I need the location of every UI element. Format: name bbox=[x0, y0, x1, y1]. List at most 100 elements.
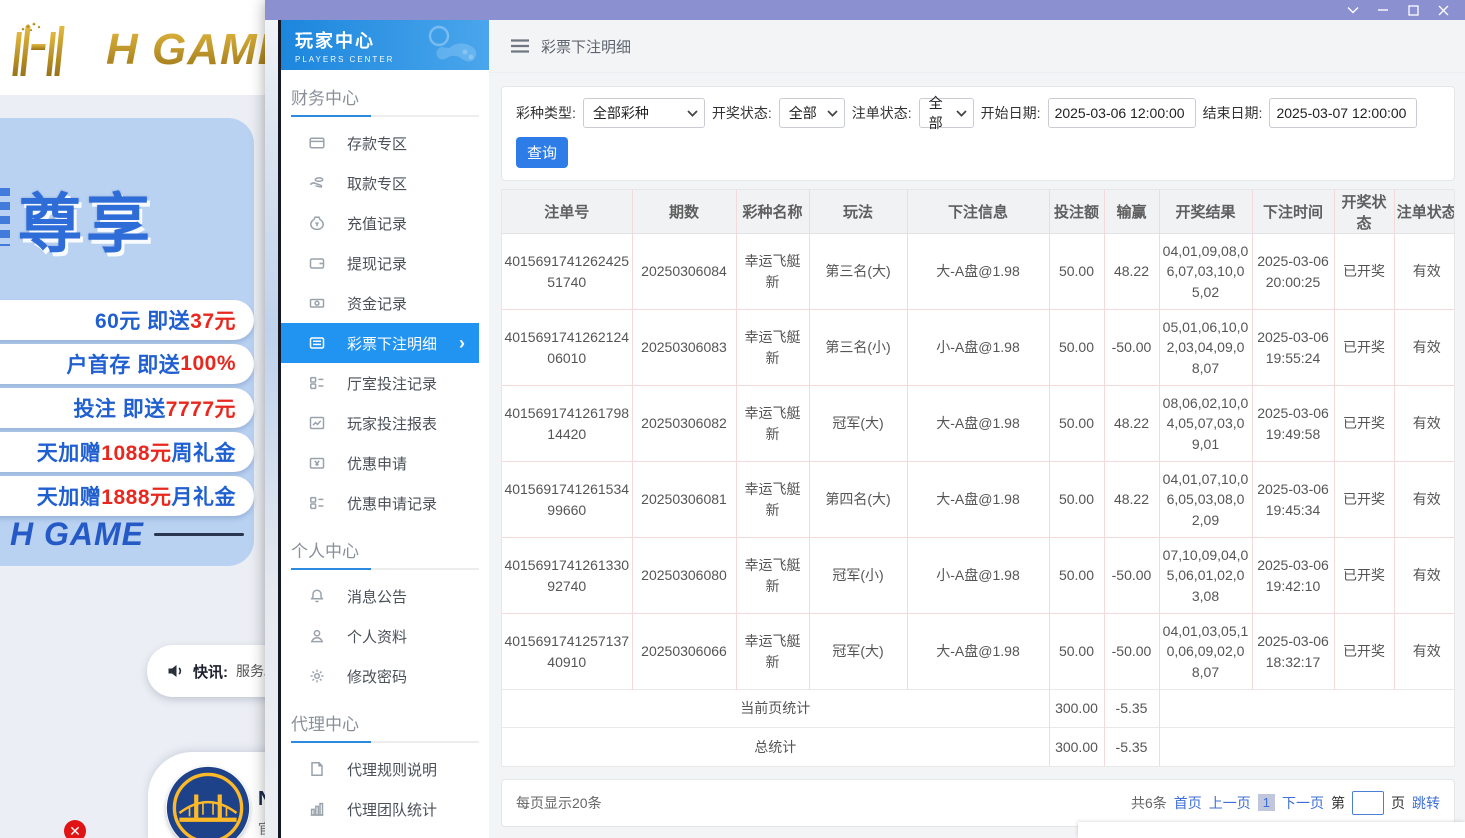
sidebar-item-label: 代理团队统计 bbox=[347, 799, 437, 820]
sidebar-item-取款专区[interactable]: 取款专区 bbox=[281, 163, 489, 203]
sidebar-item-厅室投注记录[interactable]: 厅室投注记录 bbox=[281, 363, 489, 403]
sidebar-section-underline bbox=[291, 741, 479, 743]
sidebar-section-title: 个人中心 bbox=[281, 523, 489, 568]
sidebar-item-label: 修改密码 bbox=[347, 666, 407, 687]
jump-page-input[interactable] bbox=[1352, 791, 1384, 815]
table-cell: 第三名(小) bbox=[809, 310, 907, 386]
sidebar-item-label: 厅室投注记录 bbox=[347, 373, 437, 394]
promo-panel: 尊享 60元 即送37元户首存 即送100%投注 即送7777元天加赠1088元… bbox=[0, 118, 254, 566]
table-cell: 50.00 bbox=[1049, 462, 1104, 538]
collapse-button[interactable] bbox=[1345, 3, 1361, 17]
table-cell: 冠军(小) bbox=[809, 538, 907, 614]
table-cell: 20250306080 bbox=[632, 538, 736, 614]
close-icon bbox=[1438, 5, 1449, 16]
summary-row: 总统计300.00-5.35 bbox=[502, 728, 1455, 766]
draw-status-select[interactable]: 全部 bbox=[779, 98, 845, 128]
table-row: 40156917412617981442020250306082幸运飞艇新冠军(… bbox=[502, 386, 1455, 462]
table-cell: 07,10,09,04,05,06,01,02,03,08 bbox=[1159, 538, 1252, 614]
query-button[interactable]: 查询 bbox=[516, 137, 568, 168]
sidebar-header: 玩家中心 PLAYERS CENTER bbox=[281, 20, 489, 70]
table-header-row: 注单号期数彩种名称玩法下注信息投注额输赢开奖结果下注时间开奖状态注单状态 bbox=[502, 190, 1455, 234]
bet-list-icon bbox=[309, 335, 325, 351]
sidebar-item-label: 彩票下注明细 bbox=[347, 333, 437, 354]
minimize-icon bbox=[1377, 5, 1389, 15]
banknote-icon bbox=[309, 295, 325, 311]
sidebar-item-代理规则说明[interactable]: 代理规则说明 bbox=[281, 749, 489, 789]
table-row: 40156917412624255174020250306084幸运飞艇新第三名… bbox=[502, 234, 1455, 310]
floating-close-button[interactable]: ✕ bbox=[64, 820, 86, 838]
background-page: H GAME 尊享 60元 即送37元户首存 即送100%投注 即送7777元天… bbox=[0, 0, 267, 838]
sidebar-item-优惠申请记录[interactable]: 优惠申请记录 bbox=[281, 483, 489, 523]
sidebar-item-个人资料[interactable]: 个人资料 bbox=[281, 616, 489, 656]
close-button[interactable] bbox=[1435, 3, 1451, 17]
minimize-button[interactable] bbox=[1375, 3, 1391, 17]
ticker-label: 快讯: bbox=[193, 661, 228, 682]
table-cell: 04,01,03,05,10,06,09,02,08,07 bbox=[1159, 614, 1252, 690]
start-date-input[interactable] bbox=[1048, 98, 1196, 128]
maximize-button[interactable] bbox=[1405, 3, 1421, 17]
table-cell: 已开奖 bbox=[1334, 310, 1394, 386]
table-cell: 有效 bbox=[1394, 538, 1455, 614]
table-cell: 第三名(大) bbox=[809, 234, 907, 310]
table-cell: 50.00 bbox=[1049, 538, 1104, 614]
promo-banner: 60元 即送37元 bbox=[0, 300, 254, 340]
promo-banner: 投注 即送7777元 bbox=[0, 388, 254, 428]
table-cell: 有效 bbox=[1394, 614, 1455, 690]
order-status-label: 注单状态: bbox=[852, 103, 912, 123]
sidebar-item-label: 资金记录 bbox=[347, 293, 407, 314]
sidebar-item-提现记录[interactable]: 提现记录 bbox=[281, 243, 489, 283]
sidebar-item-资金记录[interactable]: 资金记录 bbox=[281, 283, 489, 323]
column-header: 注单状态 bbox=[1394, 190, 1455, 234]
form-grid-icon bbox=[309, 495, 325, 511]
sidebar-item-彩票下注明细[interactable]: 彩票下注明细› bbox=[281, 323, 479, 363]
end-date-label: 结束日期: bbox=[1203, 103, 1263, 123]
jump-prefix: 第 bbox=[1331, 793, 1345, 813]
basketball-team-logo bbox=[166, 766, 250, 838]
end-date-input[interactable] bbox=[1269, 98, 1417, 128]
hamburger-icon[interactable] bbox=[511, 39, 529, 53]
players-center-window: 玩家中心 PLAYERS CENTER 财务中心存款专区取款专区充值记录提现记录… bbox=[265, 0, 1465, 838]
summary-bet-total: 300.00 bbox=[1049, 728, 1104, 766]
lottery-type-select[interactable]: 全部彩种 bbox=[583, 98, 705, 128]
brand-text: H GAME bbox=[106, 25, 267, 75]
sidebar-item-优惠申请[interactable]: 优惠申请 bbox=[281, 443, 489, 483]
report-chart-icon bbox=[309, 415, 325, 431]
sidebar-item-代理团队统计[interactable]: 代理团队统计 bbox=[281, 789, 489, 829]
sidebar-item-消息公告[interactable]: 消息公告 bbox=[281, 576, 489, 616]
order-status-value: 全部 bbox=[929, 93, 950, 133]
sidebar-item-玩家投注报表[interactable]: 玩家投注报表 bbox=[281, 403, 489, 443]
sidebar-item-label: 存款专区 bbox=[347, 133, 407, 154]
sidebar-item-label: 提现记录 bbox=[347, 253, 407, 274]
table-cell: 大-A盘@1.98 bbox=[907, 614, 1049, 690]
sidebar-item-修改密码[interactable]: 修改密码 bbox=[281, 656, 489, 696]
table-cell: 小-A盘@1.98 bbox=[907, 538, 1049, 614]
table-cell: -50.00 bbox=[1104, 614, 1159, 690]
news-ticker: 快讯: 服务。 bbox=[147, 645, 267, 697]
sidebar-menu: 财务中心存款专区取款专区充值记录提现记录资金记录彩票下注明细›厅室投注记录玩家投… bbox=[281, 70, 489, 829]
table-row: 40156917412571374091020250306066幸运飞艇新冠军(… bbox=[502, 614, 1455, 690]
prev-page-link[interactable]: 上一页 bbox=[1209, 793, 1251, 813]
table-cell: 2025-03-06 19:55:24 bbox=[1252, 310, 1334, 386]
chevron-down-icon bbox=[687, 110, 698, 117]
table-cell: 第四名(大) bbox=[809, 462, 907, 538]
table-cell: 2025-03-06 19:42:10 bbox=[1252, 538, 1334, 614]
jump-button[interactable]: 跳转 bbox=[1412, 793, 1440, 813]
table-cell: 401569174126179814420 bbox=[502, 386, 632, 462]
promo-banner-text: 37元 bbox=[190, 305, 236, 335]
table-cell: 20250306084 bbox=[632, 234, 736, 310]
table-cell: 48.22 bbox=[1104, 462, 1159, 538]
promo-footer-line bbox=[154, 533, 244, 536]
table-row: 40156917412613309274020250306080幸运飞艇新冠军(… bbox=[502, 538, 1455, 614]
next-page-link[interactable]: 下一页 bbox=[1282, 793, 1324, 813]
sidebar-item-充值记录[interactable]: 充值记录 bbox=[281, 203, 489, 243]
filter-panel: 彩种类型: 全部彩种 开奖状态: 全部 注单状态: 全部 bbox=[501, 86, 1455, 181]
table-cell: 401569174126242551740 bbox=[502, 234, 632, 310]
order-status-select[interactable]: 全部 bbox=[919, 98, 974, 128]
sidebar-section-title: 代理中心 bbox=[281, 696, 489, 741]
first-page-link[interactable]: 首页 bbox=[1174, 793, 1202, 813]
sidebar-item-存款专区[interactable]: 存款专区 bbox=[281, 123, 489, 163]
bet-table-wrap: 注单号期数彩种名称玩法下注信息投注额输赢开奖结果下注时间开奖状态注单状态 401… bbox=[501, 189, 1455, 767]
bet-table: 注单号期数彩种名称玩法下注信息投注额输赢开奖结果下注时间开奖状态注单状态 401… bbox=[502, 190, 1455, 766]
promo-headline-fragment bbox=[0, 188, 10, 246]
sidebar-section-underline bbox=[291, 568, 479, 570]
